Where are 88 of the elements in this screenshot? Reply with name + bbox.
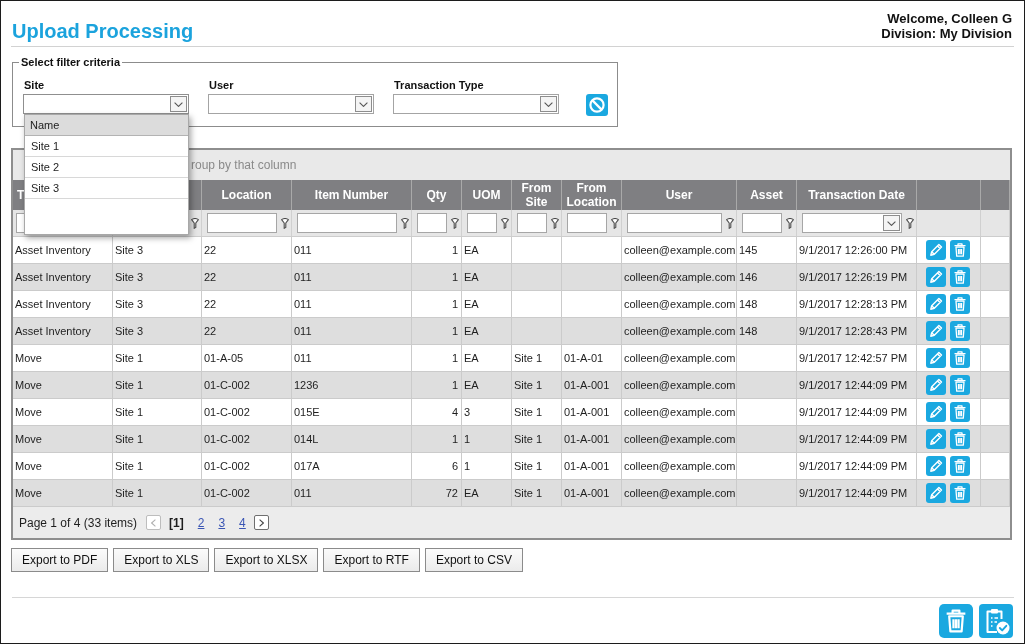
export-button[interactable]: Export to PDF: [11, 548, 109, 572]
filter-icon[interactable]: [726, 217, 734, 229]
trash-icon[interactable]: [950, 429, 970, 449]
filter-icon[interactable]: [451, 217, 459, 229]
dropdown-button[interactable]: [883, 215, 900, 231]
trash-icon[interactable]: [950, 348, 970, 368]
dropdown-option[interactable]: Site 3: [25, 178, 188, 199]
chevron-down-icon: [544, 101, 553, 107]
filter-input[interactable]: [417, 213, 447, 233]
pencil-icon[interactable]: [926, 240, 946, 260]
chevron-down-icon: [887, 220, 896, 226]
filter-input[interactable]: [297, 213, 397, 233]
prohibited-icon[interactable]: [586, 94, 608, 116]
clipboard-check-icon[interactable]: [979, 604, 1013, 638]
export-button[interactable]: Export to CSV: [424, 548, 523, 572]
filter-icon[interactable]: [551, 217, 559, 229]
pencil-icon[interactable]: [926, 402, 946, 422]
filter-legend: Select filter criteria: [19, 56, 123, 69]
filter-icon[interactable]: [191, 217, 199, 229]
pencil-icon[interactable]: [926, 294, 946, 314]
chevron-left-icon: [151, 518, 157, 527]
field-label: Transaction Type: [393, 79, 485, 92]
filter-icon[interactable]: [786, 217, 794, 229]
dropdown-field[interactable]: [23, 94, 189, 114]
pencil-icon[interactable]: [926, 267, 946, 287]
filter-icon[interactable]: [281, 217, 289, 229]
dropdown-field[interactable]: [208, 94, 374, 114]
page-link[interactable]: [1]: [169, 515, 184, 530]
column-header[interactable]: Location: [221, 188, 272, 202]
column-header[interactable]: Item Number: [314, 188, 389, 202]
page-link[interactable]: 3: [218, 515, 226, 530]
chevron-down-icon: [174, 101, 183, 107]
chevron-down-icon: [359, 101, 368, 107]
trash-icon[interactable]: [950, 375, 970, 395]
export-button[interactable]: Export to XLS: [113, 548, 210, 572]
filter-input[interactable]: [567, 213, 607, 233]
pencil-icon[interactable]: [926, 456, 946, 476]
trash-icon[interactable]: [950, 402, 970, 422]
dropdown-field[interactable]: [393, 94, 559, 114]
field-label: User: [208, 79, 235, 92]
filter-input[interactable]: [517, 213, 547, 233]
filter-icon[interactable]: [611, 217, 619, 229]
dropdown-button[interactable]: [355, 96, 372, 112]
date-filter-field[interactable]: [802, 213, 902, 233]
dropdown-button[interactable]: [540, 96, 557, 112]
field-label: Site: [23, 79, 46, 92]
export-button[interactable]: Export to XLSX: [214, 548, 319, 572]
trash-icon[interactable]: [950, 267, 970, 287]
page-title: Upload Processing: [12, 19, 194, 43]
trash-icon[interactable]: [950, 321, 970, 341]
column-header[interactable]: Asset: [750, 188, 783, 202]
column-header[interactable]: Qty: [426, 188, 447, 202]
column-header[interactable]: T: [17, 188, 25, 202]
dropdown-option[interactable]: Site 1: [25, 136, 188, 157]
filter-input[interactable]: [742, 213, 782, 233]
pencil-icon[interactable]: [926, 375, 946, 395]
group-hint-text: roup by that column: [191, 158, 297, 172]
column-header[interactable]: User: [665, 188, 693, 202]
page-link[interactable]: 2: [197, 515, 205, 530]
list-column-header: Name: [25, 115, 188, 136]
next-page-button[interactable]: [253, 515, 269, 530]
pencil-icon[interactable]: [926, 429, 946, 449]
filter-icon[interactable]: [501, 217, 509, 229]
pager-summary: Page 1 of 4 (33 items): [19, 515, 138, 530]
filter-input[interactable]: [627, 213, 722, 233]
trash-icon[interactable]: [950, 483, 970, 503]
filter-input[interactable]: [207, 213, 277, 233]
dropdown-option[interactable]: Site 2: [25, 157, 188, 178]
dropdown-button[interactable]: [170, 96, 187, 112]
division-text: Division: My Division: [881, 26, 1012, 41]
column-header[interactable]: From Site: [514, 181, 559, 209]
column-header[interactable]: Transaction Date: [808, 188, 905, 202]
column-header[interactable]: UOM: [472, 188, 501, 202]
trash-icon[interactable]: [939, 604, 973, 638]
pencil-icon[interactable]: [926, 483, 946, 503]
trash-icon[interactable]: [950, 456, 970, 476]
column-header[interactable]: From Location: [564, 181, 619, 209]
trash-icon[interactable]: [950, 294, 970, 314]
chevron-right-icon: [258, 518, 264, 527]
pencil-icon[interactable]: [926, 348, 946, 368]
filter-icon[interactable]: [906, 217, 914, 229]
welcome-text: Welcome, Colleen G: [887, 11, 1012, 26]
filter-icon[interactable]: [401, 217, 409, 229]
page-link[interactable]: 4: [239, 515, 246, 530]
trash-icon[interactable]: [950, 240, 970, 260]
export-button[interactable]: Export to RTF: [323, 548, 420, 572]
pencil-icon[interactable]: [926, 321, 946, 341]
filter-input[interactable]: [467, 213, 497, 233]
